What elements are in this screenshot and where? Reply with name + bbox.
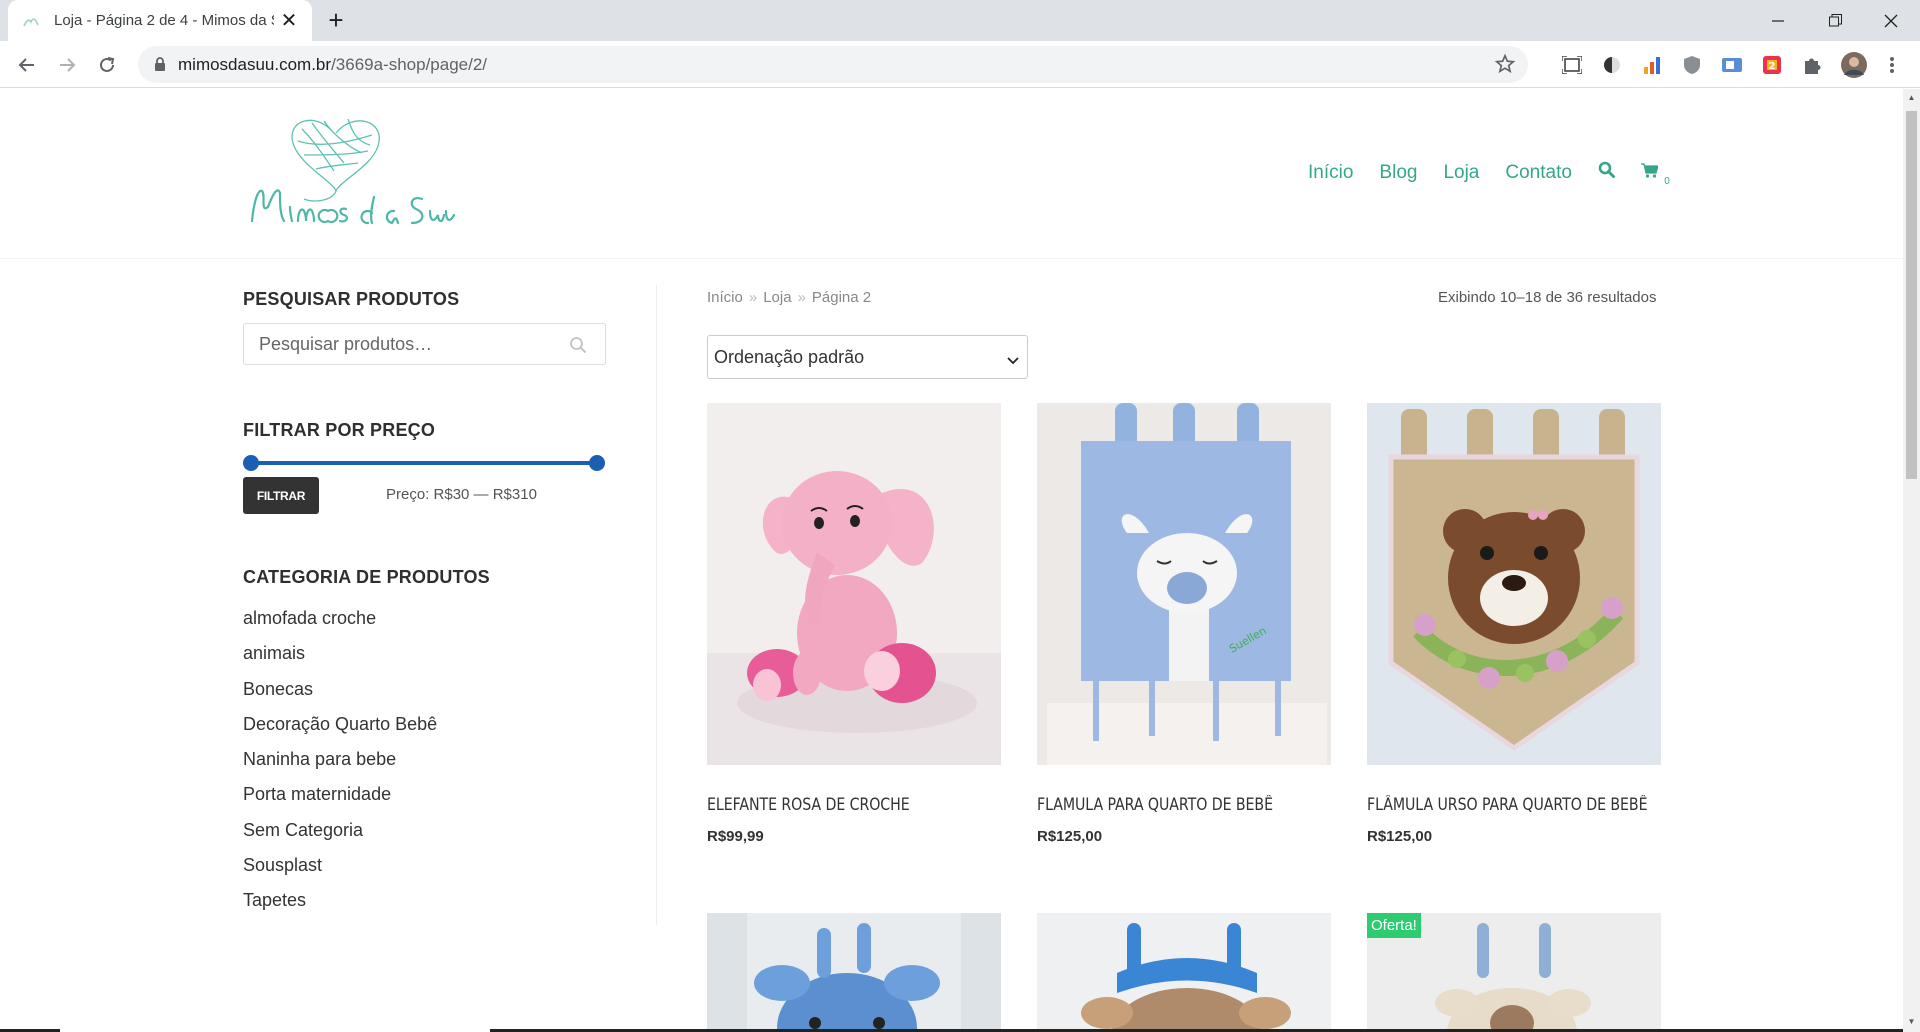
- product-card[interactable]: [707, 913, 1001, 1032]
- category-link[interactable]: Bonecas: [243, 677, 606, 712]
- nav-link-inicio[interactable]: Início: [1308, 162, 1353, 184]
- product-image[interactable]: [1037, 913, 1331, 1032]
- price-max-handle[interactable]: [589, 455, 605, 471]
- calendar-extension-icon[interactable]: 2: [1760, 53, 1784, 77]
- breadcrumb-separator: »: [797, 289, 806, 306]
- product-card[interactable]: Oferta!: [1367, 913, 1661, 1032]
- address-bar[interactable]: mimosdasuu.com.br/3669a-shop/page/2/: [138, 46, 1528, 83]
- category-link[interactable]: Decoração Quarto Bebê: [243, 712, 606, 747]
- product-name[interactable]: FLAMULA PARA QUARTO DE BEBÊ: [1037, 795, 1290, 814]
- kebab-menu-icon[interactable]: [1880, 53, 1904, 77]
- browser-toolbar: mimosdasuu.com.br/3669a-shop/page/2/ 2: [0, 41, 1920, 88]
- avatar[interactable]: [1840, 51, 1868, 79]
- product-card[interactable]: ELEFANTE ROSA DE CROCHE R$99,99: [707, 403, 1001, 845]
- forward-icon[interactable]: [52, 50, 82, 80]
- category-link[interactable]: Porta maternidade: [243, 782, 606, 817]
- product-image[interactable]: [1367, 403, 1661, 765]
- categories-title: CATEGORIA DE PRODUTOS: [243, 567, 490, 587]
- dark-mode-extension-icon[interactable]: [1600, 53, 1624, 77]
- cart-icon: [1640, 162, 1663, 183]
- reload-icon[interactable]: [92, 50, 122, 80]
- scrollbar-thumb[interactable]: [1906, 111, 1917, 479]
- analytics-extension-icon[interactable]: [1640, 53, 1664, 77]
- cart-count: 0: [1664, 175, 1670, 187]
- main-navigation: Início Blog Loja Contato 0: [1308, 161, 1670, 187]
- nav-link-contato[interactable]: Contato: [1505, 162, 1572, 184]
- search-icon[interactable]: [1598, 161, 1615, 184]
- url-text: mimosdasuu.com.br/3669a-shop/page/2/: [178, 55, 488, 74]
- nav-link-loja[interactable]: Loja: [1443, 162, 1479, 184]
- ordering-selected: Ordenação padrão: [714, 347, 865, 367]
- breadcrumb-current: Página 2: [811, 289, 872, 306]
- category-link[interactable]: Naninha para bebe: [243, 747, 606, 782]
- category-list: almofada croche animais Bonecas Decoraçã…: [243, 606, 606, 924]
- close-icon[interactable]: ✕: [278, 9, 300, 32]
- lock-icon: [154, 57, 166, 76]
- price-slider-range: [251, 461, 597, 465]
- screenshot-extension-icon[interactable]: [1560, 53, 1584, 77]
- sale-badge: Oferta!: [1367, 913, 1421, 938]
- shield-extension-icon[interactable]: [1680, 53, 1704, 77]
- product-price: R$125,00: [1037, 828, 1103, 845]
- extensions-puzzle-icon[interactable]: [1800, 53, 1824, 77]
- product-name[interactable]: FLÂMULA URSO PARA QUARTO DE BEBÊ: [1367, 795, 1648, 814]
- category-link[interactable]: almofada croche: [243, 606, 606, 641]
- vertical-scrollbar[interactable]: ▲ ▼: [1903, 89, 1920, 1032]
- window-close-icon[interactable]: [1862, 0, 1920, 41]
- translate-extension-icon[interactable]: [1720, 53, 1744, 77]
- breadcrumb-link-loja[interactable]: Loja: [763, 289, 791, 306]
- product-price: R$125,00: [1367, 828, 1433, 845]
- browser-tab-bar: Loja - Página 2 de 4 - Mimos da Suu ✕ +: [0, 0, 1920, 41]
- search-widget-title: PESQUISAR PRODUTOS: [243, 289, 460, 309]
- product-card[interactable]: [1037, 913, 1331, 1032]
- product-image[interactable]: [707, 403, 1001, 765]
- cart-button[interactable]: 0: [1640, 162, 1670, 187]
- price-min-handle[interactable]: [243, 455, 259, 471]
- nav-link-blog[interactable]: Blog: [1379, 162, 1417, 184]
- category-link[interactable]: animais: [243, 641, 606, 676]
- site-header: Início Blog Loja Contato 0: [0, 89, 1903, 259]
- back-icon[interactable]: [12, 50, 42, 80]
- product-price: R$99,99: [707, 828, 764, 845]
- minimize-icon[interactable]: [1749, 0, 1807, 41]
- product-image[interactable]: Suellen: [1037, 403, 1331, 765]
- site-logo[interactable]: [244, 111, 456, 237]
- breadcrumb-separator: »: [748, 289, 758, 306]
- product-card[interactable]: Suellen FLAMULA PARA QUARTO DE BEBÊ R$12…: [1037, 403, 1331, 845]
- new-tab-icon[interactable]: +: [322, 7, 350, 34]
- price-filter-actions: FILTRAR Preço: R$30 — R$310: [243, 477, 606, 515]
- category-link[interactable]: Tapetes: [243, 888, 606, 923]
- category-link[interactable]: Sousplast: [243, 853, 606, 888]
- search-input[interactable]: [244, 324, 544, 364]
- product-image[interactable]: Oferta!: [1367, 913, 1661, 1032]
- price-filter-title: FILTRAR POR PREÇO: [243, 420, 436, 440]
- product-image[interactable]: [707, 913, 1001, 1032]
- page-viewport: Início Blog Loja Contato 0 PESQUISAR PRO…: [0, 89, 1920, 1032]
- browser-tab[interactable]: Loja - Página 2 de 4 - Mimos da Suu ✕: [8, 0, 312, 41]
- sidebar: PESQUISAR PRODUTOS FILTRAR POR PREÇO FIL…: [243, 289, 606, 924]
- bookmark-star-icon[interactable]: [1494, 53, 1516, 80]
- product-name[interactable]: ELEFANTE ROSA DE CROCHE: [707, 795, 960, 814]
- site-favicon-icon: [20, 12, 42, 30]
- product-search: [243, 323, 606, 365]
- price-range-label: Preço: R$30 — R$310: [386, 486, 537, 503]
- breadcrumb-link-inicio[interactable]: Início: [707, 289, 743, 306]
- scroll-down-icon[interactable]: ▼: [1907, 1017, 1916, 1026]
- tab-title: Loja - Página 2 de 4 - Mimos da Suu: [54, 12, 274, 29]
- scroll-up-icon[interactable]: ▲: [1907, 93, 1916, 102]
- price-slider: [243, 455, 606, 471]
- category-link[interactable]: Sem Categoria: [243, 818, 606, 853]
- chevron-down-icon: [1007, 349, 1019, 370]
- restore-icon[interactable]: [1806, 0, 1864, 41]
- ordering-select[interactable]: Ordenação padrão: [707, 335, 1028, 379]
- breadcrumb: Início » Loja » Página 2: [707, 289, 871, 306]
- search-icon[interactable]: [569, 336, 587, 359]
- result-count: Exibindo 10–18 de 36 resultados: [1438, 289, 1657, 306]
- sidebar-divider: [656, 285, 657, 925]
- svg-text:2: 2: [1769, 61, 1776, 72]
- product-card[interactable]: FLÂMULA URSO PARA QUARTO DE BEBÊ R$125,0…: [1367, 403, 1661, 845]
- filter-button[interactable]: FILTRAR: [243, 477, 319, 514]
